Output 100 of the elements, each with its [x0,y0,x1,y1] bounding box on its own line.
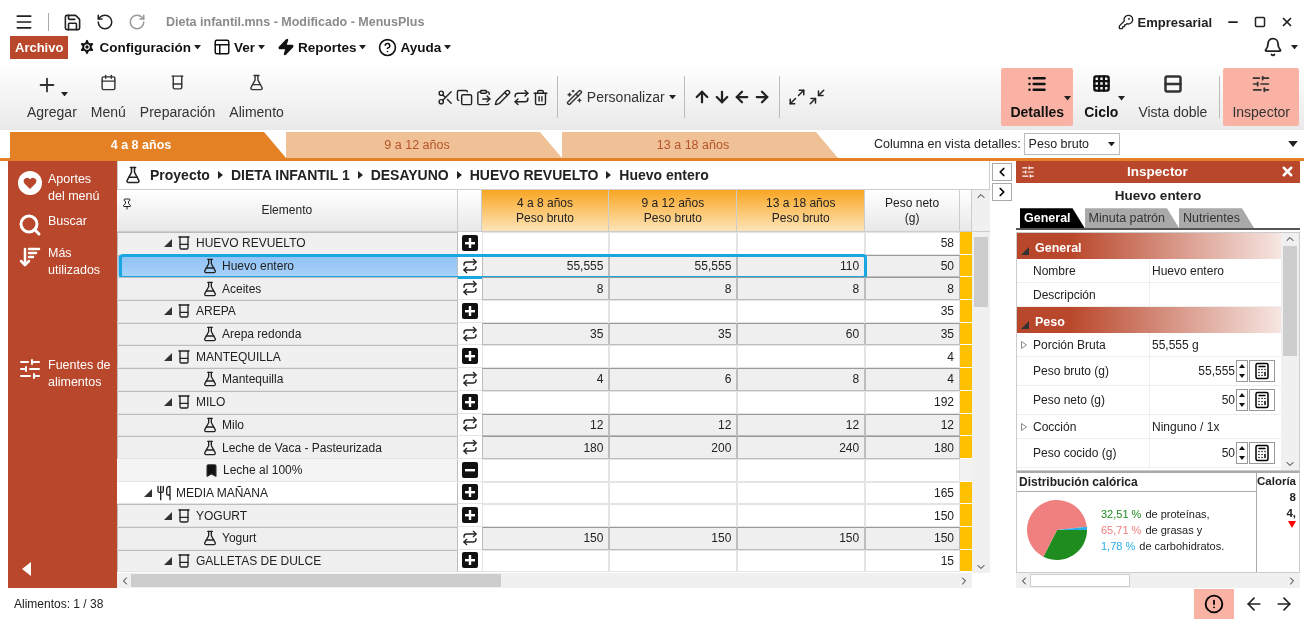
breadcrumb-item[interactable]: DIETA INFANTIL 1 [230,167,350,183]
ribbon-button[interactable]: Menú [84,68,132,126]
swap-icon[interactable] [461,280,478,297]
horizontal-scrollbar[interactable] [1016,573,1300,588]
scroll-thumb[interactable] [131,574,501,587]
vertical-scrollbar[interactable] [972,232,990,573]
column-header[interactable]: 4 a 8 años Peso bruto [481,190,610,231]
collapse-triangle-icon[interactable] [164,307,172,316]
up-arrow-icon[interactable] [1239,393,1245,398]
undo-icon[interactable] [96,13,114,31]
breadcrumb-item[interactable]: HUEVO REVUELTO [469,167,599,183]
redo-icon[interactable] [128,13,146,31]
down-arrow-icon[interactable] [1239,456,1245,461]
copy-icon[interactable] [455,88,473,106]
breadcrumb-item[interactable]: Proyecto [150,167,210,183]
spinner[interactable] [1236,389,1248,412]
alert-button[interactable] [1194,589,1234,619]
tree-cell[interactable]: Yogurt [117,526,458,550]
maximize-icon[interactable] [1254,16,1266,28]
menu-icon[interactable] [14,12,34,32]
swap-icon[interactable] [461,257,478,274]
pencil-icon[interactable] [493,88,511,106]
breadcrumb-item[interactable]: DESAYUNO [370,167,449,183]
paste-icon[interactable] [474,88,492,106]
file-menu[interactable]: Archivo [10,35,69,59]
view-button[interactable]: Inspector [1223,68,1299,126]
ribbon-button[interactable]: Agregar [21,68,83,126]
add-square-icon[interactable] [461,552,478,569]
ribbon-button[interactable]: Preparación [133,68,222,126]
sidebar-item[interactable]: Más utilizados [18,245,117,279]
tree-cell[interactable]: Leche de Vaca - Pasteurizada [117,436,458,459]
collapse-triangle-icon[interactable] [144,488,152,497]
column-header[interactable]: Peso neto (g) [865,190,961,231]
spinner[interactable] [1236,442,1248,465]
tree-cell[interactable]: Arepa redonda [117,322,458,346]
column-header[interactable]: 9 a 12 años Peso bruto [609,190,738,231]
collapse-triangle-icon[interactable] [164,398,172,407]
delete-icon[interactable] [531,88,549,106]
column-header[interactable]: Elemento [117,190,458,231]
vertical-scrollbar[interactable] [1281,233,1299,470]
swap-icon[interactable] [461,416,478,433]
menu-item[interactable]: Reportes [274,36,369,58]
ribbon-button[interactable]: Alimento [223,68,290,126]
tree-cell[interactable]: Leche al 100% [117,458,458,482]
down-arrow-icon[interactable] [1239,374,1245,379]
horizontal-scrollbar[interactable] [117,573,972,588]
customize-button[interactable]: Personalizar [559,64,682,130]
add-square-icon[interactable] [461,234,478,251]
tree-cell[interactable]: AREPA [117,300,458,323]
remove-square-icon[interactable] [461,461,478,478]
expand-icon[interactable] [787,88,806,106]
collapse-triangle-icon[interactable] [164,556,172,565]
close-icon[interactable] [1280,15,1294,29]
column-header[interactable]: 13 a 18 años Peso bruto [737,190,866,231]
column-picker[interactable]: Peso bruto [1023,133,1120,155]
view-button[interactable]: Ciclo [1075,68,1128,126]
up-arrow-icon[interactable] [1239,364,1245,369]
menu-item[interactable]: Ayuda [376,35,454,59]
tree-cell[interactable]: YOGURT [117,504,458,527]
scroll-thumb[interactable] [1283,246,1297,357]
alert-icon[interactable] [1204,594,1224,614]
tree-cell[interactable]: Aceites [117,277,458,301]
tree-cell[interactable]: Mantequilla [117,368,458,391]
down-arrow-icon[interactable] [1239,403,1245,408]
collapse-triangle-icon[interactable] [164,511,172,520]
scroll-thumb[interactable] [974,236,988,307]
bell-icon[interactable] [1263,37,1283,57]
inspector-tab[interactable]: Nutrientes [1179,208,1254,229]
spinner[interactable] [1236,360,1248,383]
swap-icon[interactable] [461,529,478,546]
inspector-tab[interactable]: Minuta patrón [1084,208,1179,229]
pin-icon[interactable] [121,198,133,210]
cut-icon[interactable] [436,88,454,106]
add-square-icon[interactable] [461,484,478,501]
add-square-icon[interactable] [461,302,478,319]
up-arrow-icon[interactable] [1239,446,1245,451]
expand-triangle-icon[interactable] [1021,422,1027,431]
sidebar-item[interactable]: Buscar [18,213,117,237]
tree-cell[interactable]: MANTEQUILLA [117,345,458,369]
inspector-tab[interactable]: General [1020,208,1085,229]
add-square-icon[interactable] [461,507,478,524]
menu-item[interactable]: Ver [210,36,267,58]
collapse-triangle-icon[interactable] [164,352,172,361]
tree-cell[interactable]: Milo [117,413,458,437]
section-header[interactable]: General [1017,233,1281,260]
swap-icon[interactable] [461,325,478,342]
tree-cell[interactable]: GALLETAS DE DULCE [117,549,458,573]
sidebar-item[interactable]: Aportes del menú [18,171,117,205]
collapse-sidebar-icon[interactable] [22,562,31,576]
tree-cell[interactable]: MEDIA MAÑANA [117,481,458,505]
section-header[interactable]: Peso [1017,307,1281,334]
expand-triangle-icon[interactable] [1021,340,1027,349]
scroll-thumb[interactable] [1030,574,1130,588]
view-button[interactable]: Vista doble [1129,68,1217,126]
add-square-icon[interactable] [461,348,478,365]
collapse-triangle-icon[interactable] [164,239,172,248]
breadcrumb-item[interactable]: Huevo entero [619,167,709,183]
add-square-icon[interactable] [461,393,478,410]
save-icon[interactable] [63,12,82,32]
swap-icon[interactable] [461,439,478,456]
